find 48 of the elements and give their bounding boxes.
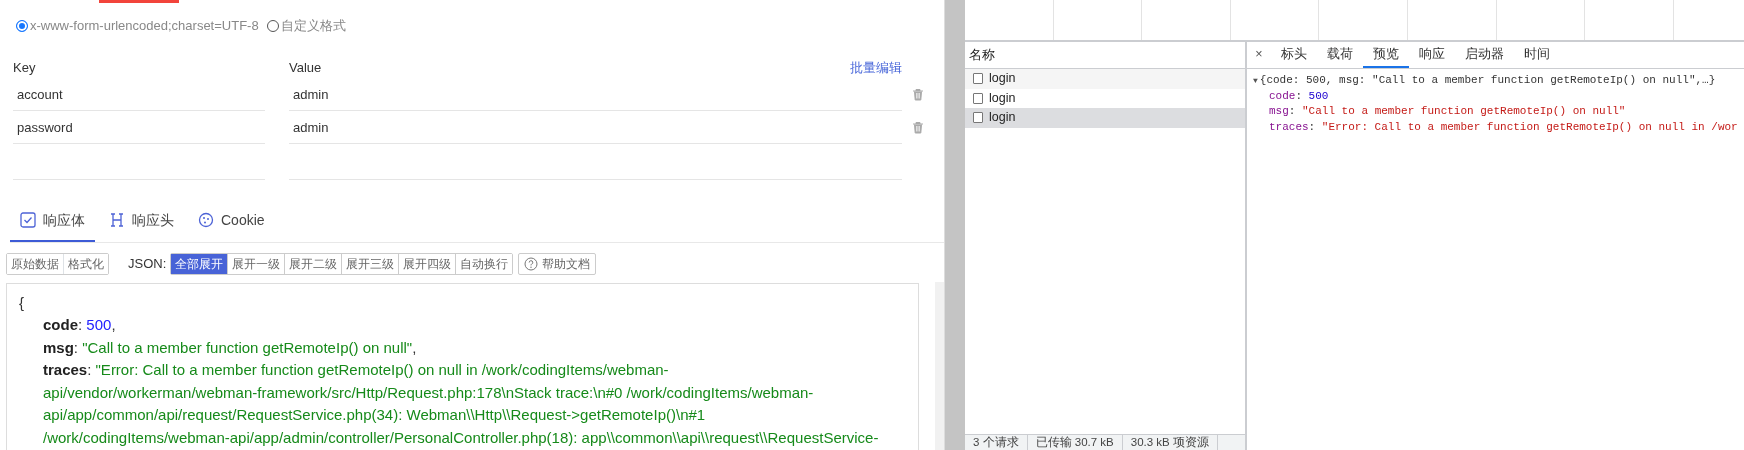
value-field[interactable]: admin <box>289 110 902 144</box>
value-field[interactable]: admin <box>289 77 902 111</box>
radio-option[interactable]: x-www-form-urlencoded;charset=UTF-8 <box>16 16 259 36</box>
close-button[interactable]: × <box>1247 42 1271 68</box>
detail-tab[interactable]: 时间 <box>1514 42 1560 68</box>
column-header: Key <box>13 59 37 77</box>
request-row[interactable]: login <box>965 108 1245 128</box>
json-line: traces: "Error: Call to a member function getRemoteIp() on null in /work/codingItems/webman- <box>42 360 670 381</box>
json-line: msg: "Call to a member function getRemoteIp() on null", <box>42 337 418 358</box>
detail-tab[interactable]: 预览 <box>1363 42 1409 68</box>
detail-tab[interactable]: 启动器 <box>1455 42 1514 68</box>
request-row[interactable]: login <box>965 88 1245 108</box>
bulk-edit-link[interactable]: 批量编辑 <box>850 58 902 78</box>
expand-button[interactable]: 全部展开 <box>171 253 228 274</box>
trash-icon[interactable] <box>912 120 924 134</box>
request-row[interactable]: login <box>965 69 1245 89</box>
column-header: Value <box>289 59 323 77</box>
json-label: JSON: <box>128 254 167 273</box>
detail-tab[interactable]: 响应 <box>1409 42 1455 68</box>
json-summary[interactable]: ▼ {code: 500, msg: "Call to a member function getRemoteIp() on null",…} <box>1253 73 1744 89</box>
status-text: 已传输 30.7 kB <box>1027 433 1123 450</box>
json-line: /work/codingItems/webman-api/app/admin/controller/PersonalController.php(18): app\\common\\api\\request\\RequestService- <box>42 428 880 449</box>
json-line: api/app/common/api/request/RequestService.php(34): Webman\\Http\\Request->getRemoteIp()\n#1 <box>42 405 707 426</box>
json-property: code: 500 <box>1268 88 1330 104</box>
view-button[interactable]: 格式化 <box>63 253 108 274</box>
key-field[interactable]: account <box>13 77 265 111</box>
help-button[interactable]: 帮助文档 <box>518 252 597 275</box>
json-line: code: 500, <box>42 315 117 336</box>
response-tab[interactable]: Cookie <box>188 201 275 242</box>
splitter[interactable] <box>945 0 965 450</box>
response-tab[interactable]: 响应头 <box>99 201 184 242</box>
expand-button[interactable]: 自动换行 <box>455 253 513 274</box>
help-icon <box>524 256 539 271</box>
json-line: api/vendor/workerman/webman-framework/src/Http/Request.php:178\nStack trace:\n#0 /work/codingItems/webman- <box>42 382 815 403</box>
detail-tab[interactable]: 标头 <box>1271 42 1317 68</box>
json-brace: { <box>19 292 25 313</box>
status-text: 3 个请求 <box>965 433 1028 450</box>
json-property: msg: "Call to a member function getRemoteIp() on null" <box>1268 104 1627 119</box>
radio-option[interactable]: 自定义格式 <box>266 16 346 36</box>
detail-tab[interactable]: 载荷 <box>1317 42 1363 68</box>
key-field[interactable]: password <box>13 110 265 144</box>
response-tab[interactable]: 响应体 <box>10 201 95 242</box>
header-icon <box>109 212 125 228</box>
json-property: traces: "Error: Call to a member function getRemoteIp() on null in /wor <box>1268 119 1739 135</box>
checkbox-icon <box>20 212 36 228</box>
trash-icon[interactable] <box>912 87 924 101</box>
status-text: 30.3 kB 项资源 <box>1122 433 1218 450</box>
cookie-icon <box>198 212 214 228</box>
